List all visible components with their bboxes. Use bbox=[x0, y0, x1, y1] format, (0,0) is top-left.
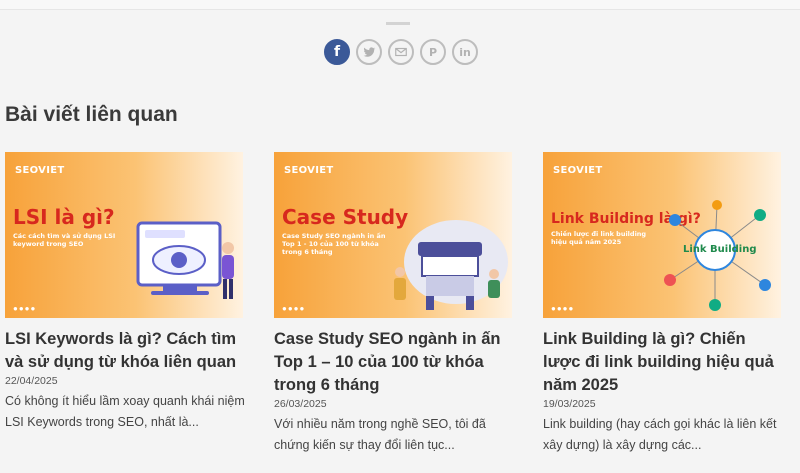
monitor-eye-illustration bbox=[136, 221, 234, 299]
slider-dots: ●●●● bbox=[13, 304, 37, 313]
post-excerpt: Link building (hay cách gọi khác là liên… bbox=[543, 417, 777, 452]
share-pinterest-button[interactable]: P bbox=[420, 39, 446, 65]
facebook-icon: f bbox=[333, 44, 341, 60]
post-excerpt: Với nhiều năm trong nghề SEO, tôi đã chứ… bbox=[274, 417, 486, 452]
related-post-card: SEOVIET LSI là gì? Các cách tìm và sử dụ… bbox=[5, 152, 249, 433]
post-thumbnail[interactable]: SEOVIET LSI là gì? Các cách tìm và sử dụ… bbox=[5, 152, 243, 318]
share-email-button[interactable] bbox=[388, 39, 414, 65]
related-post-card: SEOVIET Case Study Case Study SEO ngành … bbox=[274, 152, 518, 456]
linkedin-icon: in bbox=[459, 45, 471, 59]
page-top-band bbox=[0, 0, 800, 10]
post-thumbnail[interactable]: SEOVIET Link Building là gì? Chiến lược … bbox=[543, 152, 781, 318]
post-date: 26/03/2025 bbox=[274, 398, 327, 410]
seoviet-logo: SEOVIET bbox=[553, 165, 603, 176]
slider-dots: ●●●● bbox=[282, 304, 306, 313]
post-title-link[interactable]: Link Building là gì? Chiến lược đi link … bbox=[543, 328, 787, 397]
related-posts-heading: Bài viết liên quan bbox=[5, 103, 178, 126]
share-bar: f P in bbox=[324, 39, 478, 67]
post-date: 19/03/2025 bbox=[543, 398, 596, 410]
seoviet-logo: SEOVIET bbox=[284, 165, 334, 176]
share-facebook-button[interactable]: f bbox=[324, 39, 350, 65]
post-title-link[interactable]: Case Study SEO ngành in ấn Top 1 – 10 củ… bbox=[274, 328, 518, 397]
email-icon bbox=[395, 47, 407, 57]
share-linkedin-button[interactable]: in bbox=[452, 39, 478, 65]
post-thumbnail[interactable]: SEOVIET Case Study Case Study SEO ngành … bbox=[274, 152, 512, 318]
thumbnail-subtitle: Case Study SEO ngành in ấn Top 1 - 10 củ… bbox=[282, 232, 386, 257]
related-post-card: SEOVIET Link Building là gì? Chiến lược … bbox=[543, 152, 787, 456]
link-network-illustration bbox=[664, 200, 771, 311]
seoviet-logo: SEOVIET bbox=[15, 165, 65, 176]
printing-press-illustration bbox=[394, 220, 508, 310]
section-divider bbox=[386, 22, 410, 25]
link-building-badge: Link Building bbox=[683, 244, 757, 255]
slider-dots: ●●●● bbox=[551, 304, 575, 313]
share-twitter-button[interactable] bbox=[356, 39, 382, 65]
twitter-icon bbox=[363, 47, 376, 57]
post-excerpt: Có không ít hiểu lầm xoay quanh khái niệ… bbox=[5, 394, 245, 429]
pinterest-icon: P bbox=[428, 45, 438, 59]
thumbnail-subtitle: Chiến lược đi link building hiệu quả năm… bbox=[551, 230, 647, 247]
post-date: 22/04/2025 bbox=[5, 375, 58, 387]
thumbnail-subtitle: Các cách tìm và sử dụng LSI keyword tron… bbox=[13, 232, 116, 249]
post-title-link[interactable]: LSI Keywords là gì? Cách tìm và sử dụng … bbox=[5, 328, 249, 374]
thumbnail-title: LSI là gì? bbox=[13, 205, 115, 229]
